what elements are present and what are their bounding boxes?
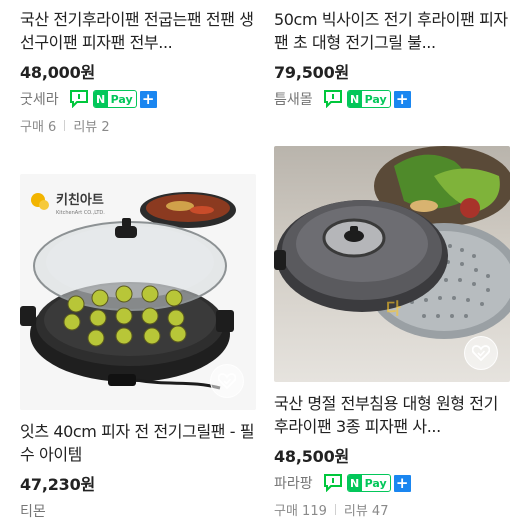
npay-badge: N Pay [92,90,137,108]
purchase-count: 구매 119 [274,504,327,519]
product-card[interactable]: 50cm 빅사이즈 전기 후라이팬 피자팬 초 대형 전기그릴 불... 79,… [274,0,510,110]
wishlist-button[interactable] [464,336,498,370]
npay-label: Pay [364,92,387,106]
seller-row: 티몬 [20,500,256,522]
product-price: 48,000원 [20,63,96,82]
product-title[interactable]: 국산 명절 전부침용 대형 원형 전기후라이팬 3종 피자팬 사... [274,392,510,438]
product-image[interactable]: 다 [274,146,510,382]
wishlist-button[interactable] [210,364,244,398]
product-price: 47,230원 [20,475,96,494]
plus-badge: + [139,90,157,108]
product-card[interactable]: 국산 전기후라이팬 전굽는팬 전팬 생선구이팬 피자팬 전부... 48,000… [20,0,256,135]
talk-icon[interactable] [69,90,89,108]
product-title[interactable]: 50cm 빅사이즈 전기 후라이팬 피자팬 초 대형 전기그릴 불... [274,8,510,54]
brand-logo-text: 키친아트 [56,192,104,208]
review-count[interactable]: 리뷰 47 [344,500,389,519]
review-count[interactable]: 리뷰 2 [73,116,109,135]
plus-badge: + [393,474,411,492]
divider [334,504,336,515]
product-card[interactable]: 키친아트 KitchenArt CO.,LTD. 잇츠 40cm 피자 전 전기… [20,174,256,522]
talk-icon[interactable] [323,90,343,108]
product-title[interactable]: 국산 전기후라이팬 전굽는팬 전팬 생선구이팬 피자팬 전부... [20,8,256,54]
purchase-count: 구매 6 [20,120,57,135]
seller-row: 굿세라 N Pay + [20,88,256,110]
npay-badge: N Pay [346,474,391,492]
seller-name[interactable]: 굿세라 [20,89,59,109]
talk-icon[interactable] [323,474,343,492]
product-image[interactable]: 키친아트 KitchenArt CO.,LTD. [20,174,256,410]
seller-row: 파라팡 N Pay + [274,472,510,494]
brand-logo-sub: KitchenArt CO.,LTD. [56,210,105,216]
plus-badge: + [393,90,411,108]
npay-badge: N Pay [346,90,391,108]
divider [64,120,66,131]
product-stats: 구매 6 리뷰 2 [20,116,256,135]
npay-label: Pay [364,476,387,490]
seller-name[interactable]: 티몬 [20,501,46,521]
svg-text:다: 다 [386,299,401,318]
npay-label: Pay [110,92,133,106]
wishlist-heart-icon [472,345,490,361]
seller-row: 틈새몰 N Pay + [274,88,510,110]
wishlist-heart-icon [218,373,236,389]
product-stats: 구매 119 리뷰 47 [274,500,510,519]
product-price: 48,500원 [274,447,350,466]
seller-name[interactable]: 틈새몰 [274,89,313,109]
product-price: 79,500원 [274,63,350,82]
seller-name[interactable]: 파라팡 [274,473,313,493]
product-card[interactable]: 다 국산 명절 전부침용 대형 원형 전기후라이팬 3종 피자팬 사... 48… [274,146,510,519]
product-title[interactable]: 잇츠 40cm 피자 전 전기그릴팬 - 필수 아이템 [20,420,256,466]
